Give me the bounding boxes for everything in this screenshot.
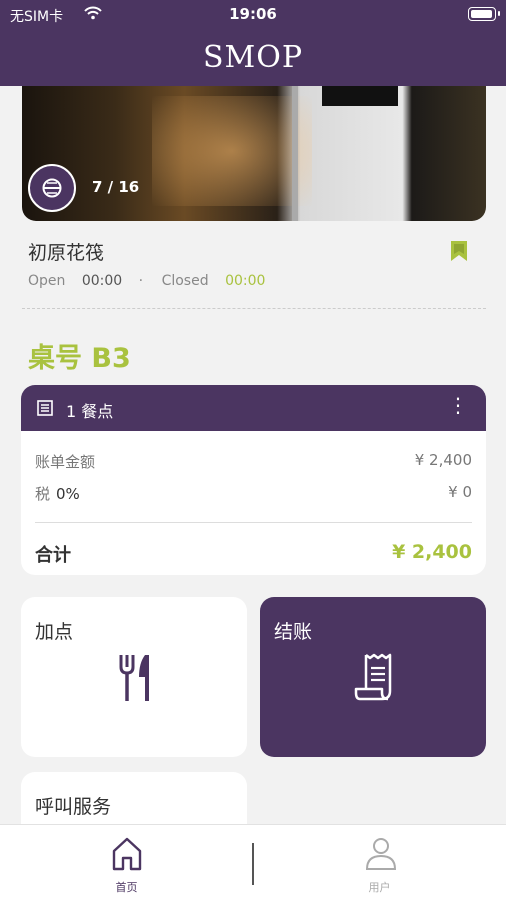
app-logo: SMOP [202, 40, 304, 75]
bottom-tab-bar: 首页 用户 [0, 824, 506, 900]
checkout-button[interactable]: 结账 [260, 597, 486, 757]
subtotal-value: ¥ 2,400 [414, 451, 472, 469]
status-time: 19:06 [229, 5, 277, 23]
photo-sign [322, 86, 398, 106]
metro-icon [28, 164, 76, 212]
status-bar: 无SIM卡 19:06 [0, 0, 506, 30]
more-icon[interactable]: ⋮ [448, 395, 468, 415]
bill-title: 1 餐点 [66, 402, 114, 421]
open-label: Open [28, 273, 66, 289]
tax-value: ¥ 0 [448, 483, 472, 501]
subtotal-row: 账单金额 ¥ 2,400 [35, 451, 472, 472]
total-row: 合计 ¥ 2,400 [35, 541, 472, 567]
add-order-button[interactable]: 加点 [21, 597, 247, 757]
tab-home[interactable]: 首页 [0, 825, 253, 900]
total-label: 合计 [35, 545, 71, 566]
opening-hours: Open 00:00 · Closed 00:00 [28, 273, 277, 289]
tax-label: 税 [35, 485, 51, 503]
tab-user-label: 用户 [368, 881, 391, 894]
closed-time: 00:00 [225, 273, 266, 289]
fork-knife-icon [119, 655, 149, 701]
bookmark-icon[interactable] [450, 240, 468, 266]
checkout-label: 结账 [274, 621, 313, 643]
add-order-label: 加点 [35, 621, 74, 643]
hours-separator: · [138, 273, 144, 289]
battery-icon [468, 7, 500, 21]
closed-label: Closed [161, 273, 209, 289]
photo-pillar [292, 86, 298, 221]
app-header: 无SIM卡 19:06 SMOP [0, 0, 506, 86]
user-icon [365, 838, 397, 870]
shop-name: 初原花筏 [28, 242, 105, 264]
shop-photo-carousel[interactable]: 7 / 16 [22, 86, 486, 221]
table-number: 桌号 B3 [28, 343, 131, 374]
subtotal-label: 账单金额 [35, 453, 96, 471]
tax-rate: 0% [56, 485, 80, 503]
photo-light [152, 96, 312, 206]
document-icon [37, 400, 53, 420]
bill-card: 1 餐点 ⋮ 账单金额 ¥ 2,400 税 0% ¥ 0 合计 ¥ 2,400 [21, 385, 486, 575]
tab-home-label: 首页 [115, 881, 138, 894]
photo-counter: 7 / 16 [92, 178, 140, 196]
call-service-label: 呼叫服务 [35, 796, 112, 818]
receipt-icon [354, 653, 392, 701]
tax-row: 税 0% ¥ 0 [35, 483, 472, 504]
divider [22, 308, 486, 309]
bill-header: 1 餐点 ⋮ [21, 385, 486, 431]
bill-divider [35, 522, 472, 523]
open-time: 00:00 [81, 273, 123, 289]
home-icon [112, 837, 142, 871]
tab-user[interactable]: 用户 [253, 825, 506, 900]
total-value: ¥ 2,400 [392, 541, 472, 563]
